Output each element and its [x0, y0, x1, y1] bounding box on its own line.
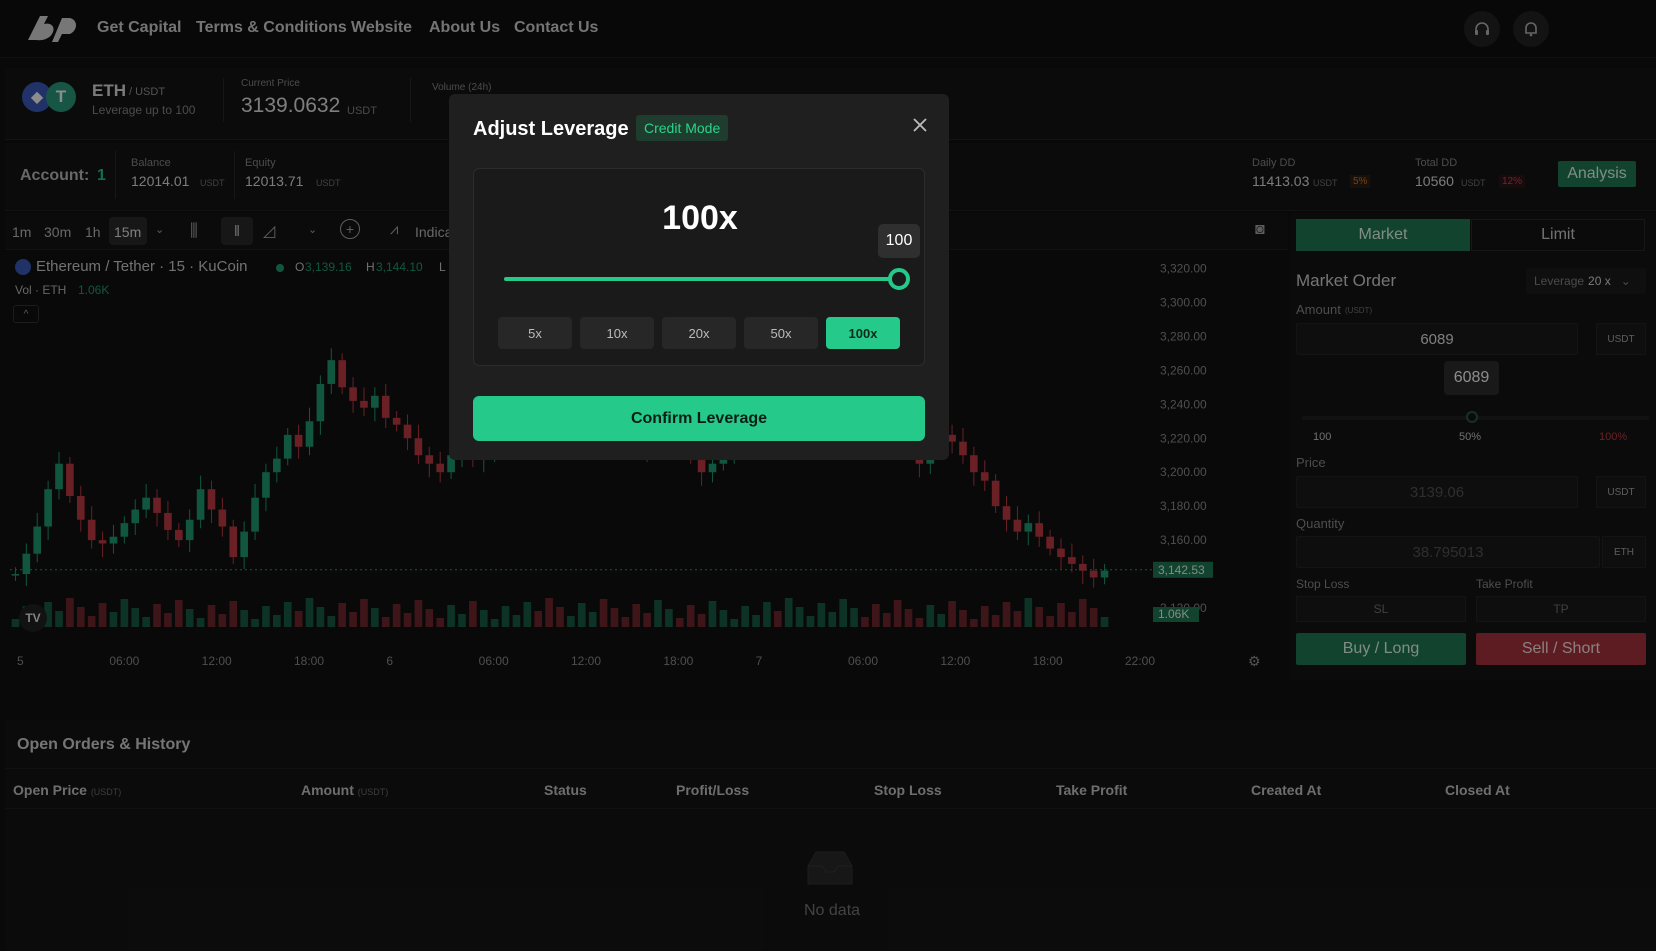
- preset-20x[interactable]: 20x: [662, 317, 736, 349]
- leverage-slider-track[interactable]: [504, 277, 899, 281]
- preset-10x[interactable]: 10x: [580, 317, 654, 349]
- confirm-leverage-button[interactable]: Confirm Leverage: [473, 396, 925, 441]
- leverage-selector-box: 100x 100 5x 10x 20x 50x 100x: [473, 168, 925, 366]
- preset-5x[interactable]: 5x: [498, 317, 572, 349]
- modal-title: Adjust Leverage: [473, 118, 629, 140]
- leverage-display: 100x: [662, 199, 738, 237]
- close-icon[interactable]: [909, 114, 931, 136]
- adjust-leverage-modal: Adjust Leverage Credit Mode 100x 100 5x …: [449, 94, 949, 460]
- preset-100x[interactable]: 100x: [826, 317, 900, 349]
- credit-mode-badge: Credit Mode: [636, 115, 729, 141]
- preset-50x[interactable]: 50x: [744, 317, 818, 349]
- leverage-slider-thumb[interactable]: [888, 268, 910, 290]
- leverage-slider-tooltip: 100: [878, 224, 920, 258]
